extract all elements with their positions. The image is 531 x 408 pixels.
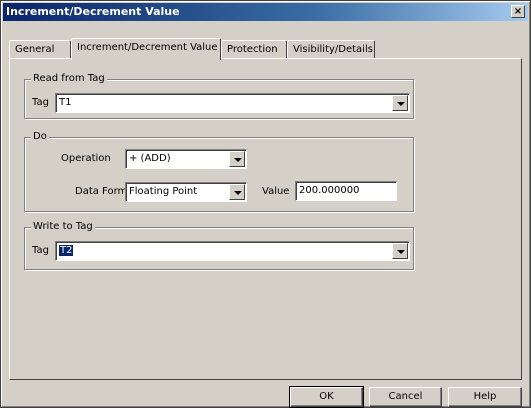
close-button[interactable]: × <box>511 5 525 18</box>
dialog-window: Increment/Decrement Value × General Incr… <box>0 0 531 408</box>
read-tag-value: T1 <box>59 97 72 108</box>
operation-value: + (ADD) <box>129 153 171 164</box>
value-label: Value <box>262 186 290 197</box>
write-tag-select[interactable]: T2 <box>55 241 410 261</box>
chevron-down-icon <box>397 250 405 254</box>
operation-select[interactable]: + (ADD) <box>125 149 247 169</box>
chevron-down-icon <box>234 158 242 162</box>
read-tag-label: Tag <box>32 97 49 108</box>
tab-visibility-details[interactable]: Visibility/Details <box>287 40 375 59</box>
read-from-tag-title: Read from Tag <box>31 73 107 85</box>
write-to-tag-title: Write to Tag <box>31 221 95 233</box>
operation-dropdown-button[interactable] <box>229 151 245 167</box>
help-button[interactable]: Help <box>448 387 522 407</box>
value-input[interactable]: 200.000000 <box>295 181 397 201</box>
tab-panel: Read from Tag Tag T1 Do Operation + (ADD… <box>9 58 522 380</box>
operation-label: Operation <box>61 153 111 164</box>
tab-general[interactable]: General <box>9 40 71 59</box>
do-group: Do Operation + (ADD) Data Format Floatin… <box>24 131 414 212</box>
data-format-select[interactable]: Floating Point <box>125 182 247 202</box>
write-to-tag-group: Write to Tag Tag T2 <box>24 221 414 270</box>
read-tag-dropdown-button[interactable] <box>392 95 408 111</box>
read-from-tag-group: Read from Tag Tag T1 <box>24 73 414 119</box>
write-tag-dropdown-button[interactable] <box>392 243 408 259</box>
cancel-button[interactable]: Cancel <box>369 387 442 407</box>
window-title: Increment/Decrement Value <box>6 5 180 18</box>
data-format-dropdown-button[interactable] <box>229 184 245 200</box>
ok-button[interactable]: OK <box>289 386 364 408</box>
tab-protection[interactable]: Protection <box>221 40 287 59</box>
do-title: Do <box>31 131 49 143</box>
title-bar: Increment/Decrement Value × <box>3 3 528 21</box>
tab-increment-decrement[interactable]: Increment/Decrement Value <box>71 38 221 60</box>
read-tag-select[interactable]: T1 <box>55 93 410 113</box>
chevron-down-icon <box>234 191 242 195</box>
write-tag-label: Tag <box>32 245 49 256</box>
chevron-down-icon <box>397 102 405 106</box>
write-tag-value: T2 <box>59 245 74 256</box>
data-format-value: Floating Point <box>129 186 198 197</box>
